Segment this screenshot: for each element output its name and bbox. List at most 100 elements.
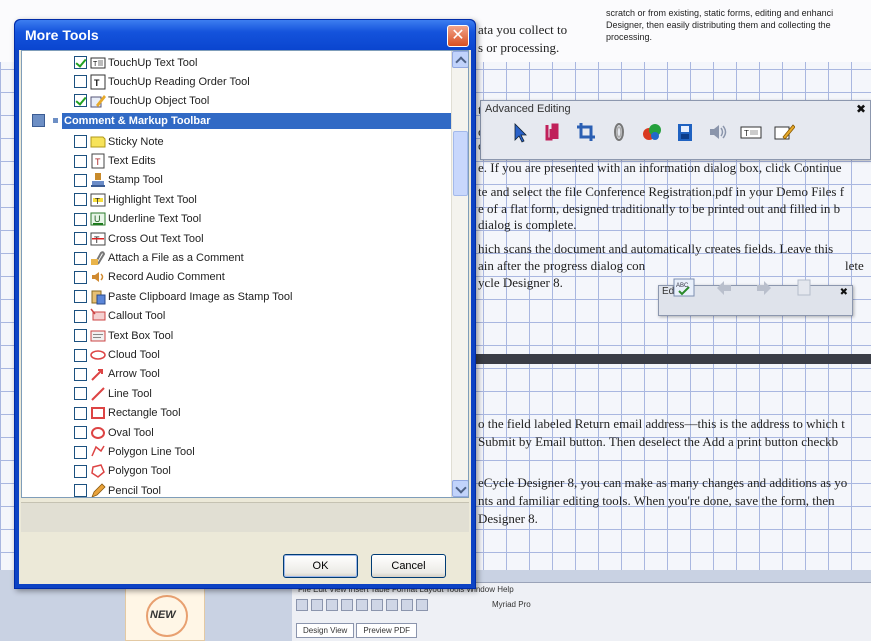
italic-icon xyxy=(416,599,428,611)
checkbox[interactable] xyxy=(74,94,87,108)
checkbox[interactable] xyxy=(74,464,87,478)
tree-item-rectangle[interactable]: Rectangle Tool xyxy=(74,404,181,423)
checkbox[interactable] xyxy=(74,212,87,226)
new-icon xyxy=(296,599,308,611)
copy-icon[interactable] xyxy=(793,277,815,299)
tree-item-touchup-text[interactable]: T TouchUp Text Tool xyxy=(74,53,197,72)
description-area xyxy=(21,502,469,532)
tree-item-polygon[interactable]: Polygon Tool xyxy=(74,462,171,481)
movie-icon[interactable] xyxy=(674,121,696,143)
scroll-thumb[interactable] xyxy=(453,131,468,196)
tree-item-touchup-object[interactable]: TouchUp Object Tool xyxy=(74,91,209,110)
tree-item-label: Highlight Text Tool xyxy=(108,193,197,206)
tree-item-sticky-note[interactable]: Sticky Note xyxy=(74,132,164,151)
checkbox[interactable] xyxy=(74,173,87,187)
tree-item-label: Cloud Tool xyxy=(108,349,160,362)
checkbox[interactable] xyxy=(74,232,87,246)
category-comment-markup[interactable]: Comment & Markup Toolbar xyxy=(32,111,462,130)
category-label: Comment & Markup Toolbar xyxy=(62,112,462,129)
close-icon[interactable]: ✖ xyxy=(840,287,848,298)
checkbox[interactable] xyxy=(74,309,87,323)
scroll-down-button[interactable] xyxy=(452,480,468,497)
checkbox[interactable] xyxy=(74,251,87,265)
rectangle-icon xyxy=(90,405,106,421)
tree-item-line[interactable]: Line Tool xyxy=(74,384,152,403)
checkbox[interactable] xyxy=(74,75,87,89)
tree-item-label: Callout Tool xyxy=(108,310,166,323)
dialog-titlebar[interactable]: More Tools ✕ xyxy=(15,20,475,50)
link-icon[interactable] xyxy=(608,121,630,143)
checkbox[interactable] xyxy=(74,56,87,70)
tree-item-text-box[interactable]: Text Box Tool xyxy=(74,326,173,345)
collapse-icon[interactable] xyxy=(53,118,58,123)
text-field-icon[interactable]: T xyxy=(740,121,762,143)
doc-small-line: Designer, then easily distributing them … xyxy=(606,20,831,30)
tree-item-label: TouchUp Text Tool xyxy=(108,56,198,69)
crop-icon[interactable] xyxy=(575,121,597,143)
tree-item-label: Text Box Tool xyxy=(108,329,174,342)
tab-design-view: Design View xyxy=(296,623,355,638)
tree-item-pencil[interactable]: Pencil Tool xyxy=(74,481,161,497)
ok-button[interactable]: OK xyxy=(283,554,358,578)
checkbox[interactable] xyxy=(74,445,87,459)
stamp-icon xyxy=(90,172,106,188)
tree-item-arrow[interactable]: Arrow Tool xyxy=(74,365,160,384)
tree-item-label: Sticky Note xyxy=(108,135,164,148)
more-tools-dialog[interactable]: More Tools ✕ T TouchUp Text Tool T Touch… xyxy=(14,19,476,589)
tree-item-text-edits[interactable]: T Text Edits xyxy=(74,151,156,170)
checkbox[interactable] xyxy=(74,367,87,381)
callout-icon xyxy=(90,308,106,324)
tree-item-stamp[interactable]: Stamp Tool xyxy=(74,171,163,190)
checkbox[interactable] xyxy=(74,135,87,149)
svg-text:T: T xyxy=(95,197,100,206)
tree-item-callout[interactable]: Callout Tool xyxy=(74,307,165,326)
tree-scrollbar[interactable] xyxy=(451,51,468,497)
doc-text-line: s or processing. xyxy=(478,40,560,55)
spell-check-icon[interactable]: ABC xyxy=(673,277,695,299)
checkbox[interactable] xyxy=(74,484,87,497)
tree-item-polygon-line[interactable]: Polygon Line Tool xyxy=(74,442,195,461)
undo-icon xyxy=(356,599,368,611)
tools-tree[interactable]: T TouchUp Text Tool T TouchUp Reading Or… xyxy=(21,50,469,498)
advanced-editing-toolbar[interactable]: Advanced Editing ✖ T xyxy=(480,100,871,160)
checkbox[interactable] xyxy=(74,154,87,168)
category-checkbox[interactable] xyxy=(32,114,45,127)
save-icon xyxy=(326,599,338,611)
undo-icon[interactable] xyxy=(713,277,735,299)
close-button[interactable]: ✕ xyxy=(447,25,469,47)
cloud-icon xyxy=(90,347,106,363)
tree-item-highlight[interactable]: T Highlight Text Tool xyxy=(74,190,197,209)
cross-out-icon: T xyxy=(90,231,106,247)
tree-item-cross-out[interactable]: T Cross Out Text Tool xyxy=(74,229,204,248)
tree-item-underline[interactable]: U Underline Text Tool xyxy=(74,210,201,229)
tree-item-oval[interactable]: Oval Tool xyxy=(74,423,154,442)
checkbox[interactable] xyxy=(74,406,87,420)
sound-icon[interactable] xyxy=(707,121,729,143)
checkbox[interactable] xyxy=(74,290,87,304)
tree-item-attach-file[interactable]: Attach a File as a Comment xyxy=(74,248,244,267)
checkbox[interactable] xyxy=(74,329,87,343)
cancel-button[interactable]: Cancel xyxy=(371,554,446,578)
checkbox[interactable] xyxy=(74,387,87,401)
tree-item-paste-stamp[interactable]: Paste Clipboard Image as Stamp Tool xyxy=(74,287,292,306)
svg-text:U: U xyxy=(94,214,101,224)
checkbox[interactable] xyxy=(74,348,87,362)
checkbox[interactable] xyxy=(74,426,87,440)
redo-icon[interactable] xyxy=(753,277,775,299)
touchup-object-icon[interactable] xyxy=(773,121,796,143)
tree-item-cloud[interactable]: Cloud Tool xyxy=(74,345,160,364)
checkbox[interactable] xyxy=(74,270,87,284)
close-icon: ✕ xyxy=(451,27,465,44)
tree-item-reading-order[interactable]: T TouchUp Reading Order Tool xyxy=(74,72,250,91)
tree-item-audio-comment[interactable]: Record Audio Comment xyxy=(74,268,225,287)
page-divider xyxy=(472,354,871,364)
checkbox[interactable] xyxy=(74,193,87,207)
line-icon xyxy=(90,386,106,402)
audio-comment-icon xyxy=(90,269,106,285)
3d-object-icon[interactable] xyxy=(641,121,663,143)
scroll-up-button[interactable] xyxy=(452,51,468,68)
select-object-icon[interactable] xyxy=(509,121,531,143)
text-edits-icon: T xyxy=(90,153,106,169)
form-field-icon[interactable] xyxy=(542,121,564,143)
close-icon[interactable]: ✖ xyxy=(856,102,866,116)
